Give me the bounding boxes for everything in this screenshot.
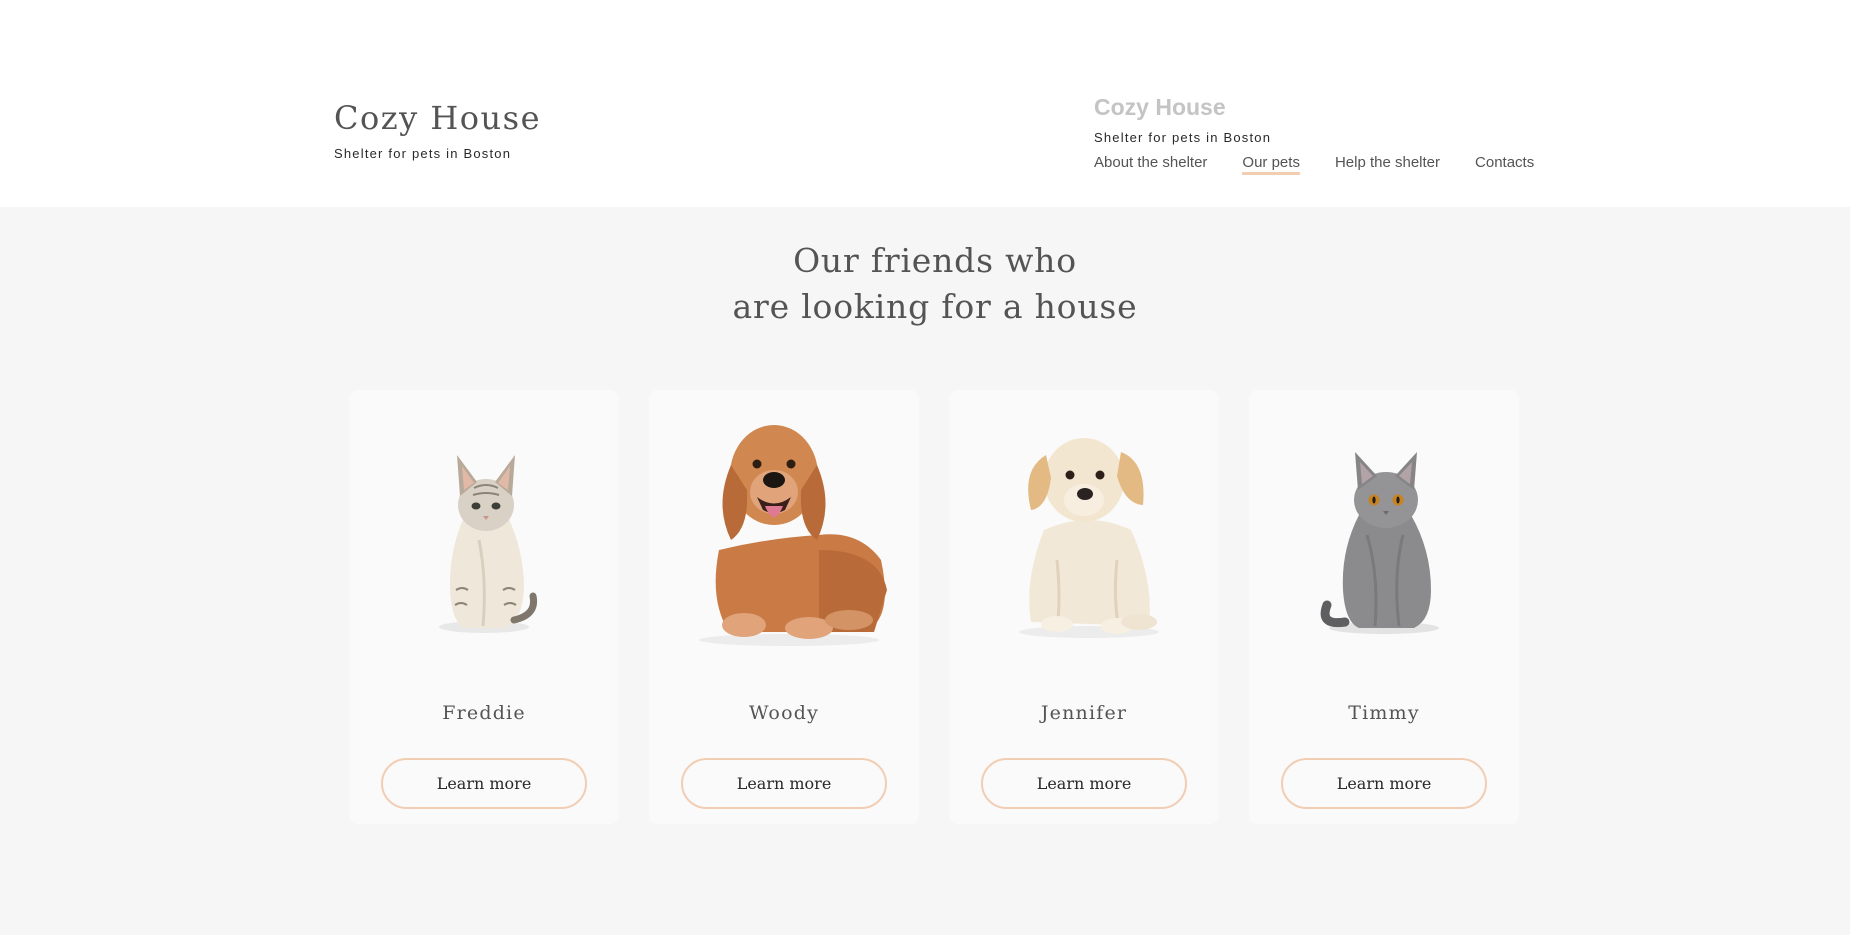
pet-name: Jennifer bbox=[1040, 702, 1128, 724]
section-title-line2: are looking for a house bbox=[732, 287, 1138, 326]
learn-more-button[interactable]: Learn more bbox=[681, 758, 887, 809]
logo-alt-title: Cozy House bbox=[1094, 94, 1226, 120]
pet-card-timmy[interactable]: Timmy Learn more bbox=[1249, 390, 1519, 824]
section-title: Our friends who are looking for a house bbox=[0, 238, 1850, 330]
nav-item-contacts[interactable]: Contacts bbox=[1475, 154, 1534, 175]
section-title-line1: Our friends who bbox=[793, 241, 1077, 280]
pet-card-freddie[interactable]: Freddie Learn more bbox=[349, 390, 619, 824]
puppy-photo-icon bbox=[1019, 438, 1159, 638]
learn-more-button[interactable]: Learn more bbox=[1281, 758, 1487, 809]
site-header: Cozy House Shelter for pets in Boston Co… bbox=[0, 0, 1850, 207]
learn-more-button[interactable]: Learn more bbox=[381, 758, 587, 809]
logo-alt-subtitle: Shelter for pets in Boston bbox=[1094, 130, 1272, 145]
pet-name: Timmy bbox=[1348, 702, 1420, 724]
logo-subtitle: Shelter for pets in Boston bbox=[334, 146, 512, 161]
nav-item-our-pets[interactable]: Our pets bbox=[1242, 154, 1300, 175]
cat-photo-icon bbox=[439, 455, 538, 633]
main-nav: About the shelter Our pets Help the shel… bbox=[1094, 154, 1534, 175]
logo-title: Cozy House bbox=[334, 99, 541, 137]
pet-card-jennifer[interactable]: Jennifer Learn more bbox=[949, 390, 1219, 824]
learn-more-button[interactable]: Learn more bbox=[981, 758, 1187, 809]
nav-item-help[interactable]: Help the shelter bbox=[1335, 154, 1440, 175]
pet-name: Freddie bbox=[442, 702, 526, 724]
logo[interactable]: Cozy House Shelter for pets in Boston bbox=[334, 98, 541, 161]
cat-photo-icon bbox=[1320, 452, 1439, 634]
pet-name: Woody bbox=[748, 702, 819, 724]
pets-grid: Freddie Learn more Woody Learn more Jenn… bbox=[349, 390, 1519, 824]
pet-card-woody[interactable]: Woody Learn more bbox=[649, 390, 919, 824]
nav-item-about[interactable]: About the shelter bbox=[1094, 154, 1207, 175]
dog-photo-icon bbox=[699, 425, 887, 646]
logo-alt: Cozy House Shelter for pets in Boston bbox=[1094, 93, 1271, 145]
